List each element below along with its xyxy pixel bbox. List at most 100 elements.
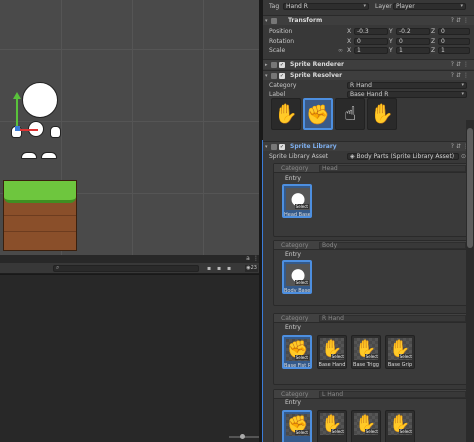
entry-tile-l-hand-1[interactable]: ✊ Select	[282, 410, 312, 442]
component-menu-icons[interactable]: ?⇵⋮	[451, 16, 471, 26]
warning-icon[interactable]: ▪	[215, 265, 223, 272]
search-icon: ⌕	[56, 264, 60, 271]
constrain-proportions-icon[interactable]: ∞	[338, 46, 343, 55]
sprite-library-title: Sprite Library	[290, 143, 337, 150]
category-name-field[interactable]: R Hand	[319, 315, 466, 322]
entry-tile-body-base[interactable]: ● Select Body Base	[282, 260, 312, 294]
category-label: Category	[269, 82, 297, 89]
category-name-field[interactable]: Body	[319, 242, 466, 249]
hand-fist-icon: ✊	[306, 104, 330, 126]
component-menu-icons[interactable]: ?⇵⋮	[451, 60, 471, 70]
tag-dropdown[interactable]: Hand R	[283, 3, 369, 10]
position-row: Position X -0.3 Y -0.2 Z 0	[263, 27, 474, 36]
scene-view[interactable]	[0, 0, 259, 255]
axis-z-label: Z	[431, 38, 436, 45]
character-head[interactable]	[22, 82, 58, 118]
resolver-thumb-hand-fist[interactable]: ✊	[303, 98, 333, 130]
category-row: Category Body	[274, 241, 469, 250]
expand-arrow-icon[interactable]: ▾	[265, 16, 268, 26]
position-y-field[interactable]: -0.2	[396, 28, 430, 35]
axis-z-label: Z	[431, 28, 436, 35]
character-right-hand[interactable]	[50, 126, 61, 138]
move-gizmo-y-arrow[interactable]	[13, 92, 21, 99]
scale-z-field[interactable]: 1	[438, 47, 470, 54]
category-block-r-hand: Category R Hand Entry ✊ Select Base Fist…	[273, 313, 470, 385]
console-body[interactable]	[0, 275, 259, 442]
resolver-thumb-hand-point[interactable]: ☝	[335, 98, 365, 130]
layer-label: Layer	[375, 3, 392, 10]
entry-tile-base-hand[interactable]: ✋ Select Base Hand	[317, 335, 347, 369]
position-x-field[interactable]: -0.3	[354, 28, 388, 35]
inspector-panel: Tag Hand R Layer Player ▾ Transform ?⇵⋮ …	[263, 0, 474, 442]
ground-tile[interactable]	[3, 180, 77, 251]
expand-arrow-icon[interactable]: ▾	[265, 142, 268, 152]
select-tag[interactable]: Select	[330, 429, 345, 434]
asset-object-field[interactable]: ◈ Body Parts (Sprite Library Asset)	[347, 153, 459, 160]
category-block-l-hand: Category L Hand Entry ✊ Select ✋ Select …	[273, 389, 470, 442]
component-menu-icons[interactable]: ?⇵⋮	[451, 71, 471, 81]
layer-dropdown[interactable]: Player	[393, 3, 466, 10]
entry-label: Entry	[285, 324, 301, 331]
select-tag[interactable]: Select	[294, 204, 309, 209]
position-z-field[interactable]: 0	[438, 28, 470, 35]
sprite-renderer-icon	[271, 62, 277, 68]
resolver-thumb-hand-open[interactable]: ✋	[271, 98, 301, 130]
select-tag[interactable]: Select	[330, 354, 345, 359]
scale-x-field[interactable]: 1	[354, 47, 388, 54]
move-gizmo-center[interactable]	[15, 126, 20, 131]
entry-tile-base-grip[interactable]: ✋ Select Base Grip	[385, 335, 415, 369]
character-left-foot[interactable]	[21, 152, 37, 159]
rotation-x-field[interactable]: 0	[354, 38, 388, 45]
category-name-field[interactable]: Head	[319, 165, 466, 172]
rotation-y-field[interactable]: 0	[396, 38, 430, 45]
entry-tile-base-fist-r[interactable]: ✊ Select Base Fist R	[282, 335, 312, 369]
rotation-z-field[interactable]: 0	[438, 38, 470, 45]
entry-tile-l-hand-4[interactable]: ✋ Select	[385, 410, 415, 442]
console-search-input[interactable]: ⌕	[53, 264, 199, 272]
entry-tile-head-base[interactable]: ● Select Head Base	[282, 184, 312, 218]
enabled-checkbox[interactable]: ✓	[279, 62, 285, 68]
select-tag[interactable]: Select	[364, 429, 379, 434]
entry-name: Body Base	[284, 288, 310, 294]
enabled-checkbox[interactable]: ✓	[279, 73, 285, 79]
category-dropdown[interactable]: R Hand	[347, 82, 467, 89]
message-count-badge[interactable]: ◉23	[245, 265, 258, 272]
character-right-foot[interactable]	[41, 152, 57, 159]
error-icon[interactable]: ▪	[225, 265, 233, 272]
inspector-scrollbar-thumb[interactable]	[467, 128, 473, 248]
bottom-tab-bar: a ⋮	[0, 255, 259, 263]
info-icon[interactable]: ▪	[205, 265, 213, 272]
lock-icon[interactable]: a	[244, 255, 252, 262]
axis-x-label: X	[347, 28, 352, 35]
enabled-checkbox[interactable]: ✓	[279, 144, 285, 150]
entry-tile-base-trigg[interactable]: ✋ Select Base Trigg	[351, 335, 381, 369]
scale-y-field[interactable]: 1	[396, 47, 430, 54]
expand-arrow-icon[interactable]: ▸	[265, 60, 268, 70]
resolver-thumb-hand-grip[interactable]: ✋	[367, 98, 397, 130]
expand-arrow-icon[interactable]: ▾	[265, 71, 268, 81]
transform-title: Transform	[288, 17, 323, 24]
zoom-slider-knob[interactable]	[240, 434, 245, 439]
category-label: Category	[281, 242, 309, 249]
entry-label: Entry	[285, 175, 301, 182]
transform-header[interactable]: ▾ Transform ?⇵⋮	[263, 15, 474, 25]
select-tag[interactable]: Select	[294, 355, 309, 360]
category-name-field[interactable]: L Hand	[319, 391, 466, 398]
select-tag[interactable]: Select	[294, 280, 309, 285]
entry-tile-l-hand-3[interactable]: ✋ Select	[351, 410, 381, 442]
scale-row: Scale ∞ X 1 Y 1 Z 1	[263, 46, 474, 55]
select-tag[interactable]: Select	[398, 429, 413, 434]
asset-label: Sprite Library Asset	[269, 153, 328, 160]
select-tag[interactable]: Select	[364, 354, 379, 359]
entry-label: Entry	[285, 399, 301, 406]
hand-open-icon: ✋	[274, 103, 298, 125]
entry-tile-l-hand-2[interactable]: ✋ Select	[317, 410, 347, 442]
label-dropdown[interactable]: Base Hand R	[347, 91, 467, 98]
select-tag[interactable]: Select	[398, 354, 413, 359]
sprite-renderer-header[interactable]: ▸ ✓ Sprite Renderer ?⇵⋮	[263, 59, 474, 69]
position-label: Position	[269, 28, 293, 35]
select-tag[interactable]: Select	[294, 430, 309, 435]
sprite-resolver-header[interactable]: ▾ ✓ Sprite Resolver ?⇵⋮	[263, 70, 474, 80]
axis-x-label: X	[347, 47, 352, 54]
sprite-library-header[interactable]: ▾ ✓ Sprite Library ?⇵⋮	[263, 141, 474, 151]
